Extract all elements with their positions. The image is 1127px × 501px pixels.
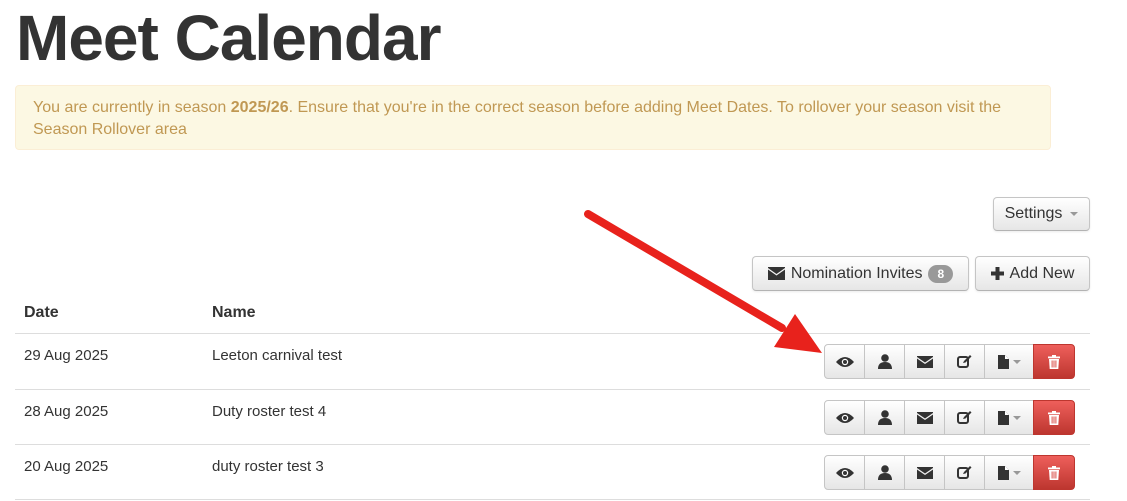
user-icon: [877, 354, 892, 369]
eye-icon: [835, 467, 854, 478]
view-button[interactable]: [824, 455, 865, 490]
edit-icon: [957, 355, 972, 368]
edit-icon: [957, 411, 972, 424]
trash-icon: [1048, 410, 1060, 425]
envelope-icon: [767, 267, 785, 280]
email-button[interactable]: [904, 455, 945, 490]
envelope-icon: [916, 411, 933, 424]
delete-button[interactable]: [1033, 344, 1075, 379]
row-divider: [15, 499, 1090, 500]
row-name: duty roster test 3: [212, 458, 324, 475]
envelope-icon: [916, 466, 933, 479]
add-new-button[interactable]: Add New: [975, 256, 1090, 291]
caret-down-icon: [1012, 470, 1021, 475]
email-button[interactable]: [904, 344, 945, 379]
alert-text-prefix: You are currently in season: [33, 99, 231, 116]
edit-button[interactable]: [944, 455, 985, 490]
user-icon: [877, 410, 892, 425]
row-date: 20 Aug 2025: [24, 458, 109, 475]
delete-button[interactable]: [1033, 400, 1075, 435]
settings-label: Settings: [1004, 205, 1063, 222]
row-actions: [824, 400, 1075, 435]
edit-icon: [957, 466, 972, 479]
plus-icon: [990, 267, 1004, 280]
file-dropdown-button[interactable]: [984, 400, 1034, 435]
user-button[interactable]: [864, 344, 905, 379]
file-dropdown-button[interactable]: [984, 344, 1034, 379]
alert-season: 2025/26: [230, 99, 289, 116]
file-icon: [997, 354, 1009, 369]
column-header-name: Name: [212, 304, 256, 321]
table-divider: [15, 333, 1090, 334]
user-button[interactable]: [864, 455, 905, 490]
file-icon: [997, 465, 1009, 480]
page-title: Meet Calendar: [16, 2, 441, 74]
row-date: 28 Aug 2025: [24, 403, 109, 420]
eye-icon: [835, 412, 854, 423]
eye-icon: [835, 356, 854, 367]
row-actions: [824, 455, 1075, 490]
nomination-count-badge: 8: [928, 264, 954, 283]
email-button[interactable]: [904, 400, 945, 435]
settings-dropdown-button[interactable]: Settings: [993, 197, 1090, 231]
edit-button[interactable]: [944, 344, 985, 379]
trash-icon: [1048, 354, 1060, 369]
row-divider: [15, 389, 1090, 390]
row-name: Duty roster test 4: [212, 403, 327, 420]
row-actions: [824, 344, 1075, 379]
view-button[interactable]: [824, 344, 865, 379]
user-button[interactable]: [864, 400, 905, 435]
delete-button[interactable]: [1033, 455, 1075, 490]
user-icon: [877, 465, 892, 480]
edit-button[interactable]: [944, 400, 985, 435]
nomination-invites-label: Nomination Invites: [790, 264, 923, 282]
caret-down-icon: [1070, 212, 1079, 216]
nomination-invites-button[interactable]: Nomination Invites 8: [752, 256, 969, 291]
trash-icon: [1048, 465, 1060, 480]
row-date: 29 Aug 2025: [24, 347, 109, 364]
file-dropdown-button[interactable]: [984, 455, 1034, 490]
season-alert: You are currently in season 2025/26. Ens…: [15, 85, 1051, 150]
caret-down-icon: [1012, 415, 1021, 420]
row-divider: [15, 444, 1090, 445]
view-button[interactable]: [824, 400, 865, 435]
add-new-label: Add New: [1009, 264, 1075, 282]
file-icon: [997, 410, 1009, 425]
row-name: Leeton carnival test: [212, 347, 343, 364]
envelope-icon: [916, 355, 933, 368]
caret-down-icon: [1012, 359, 1021, 364]
column-header-date: Date: [24, 304, 59, 321]
